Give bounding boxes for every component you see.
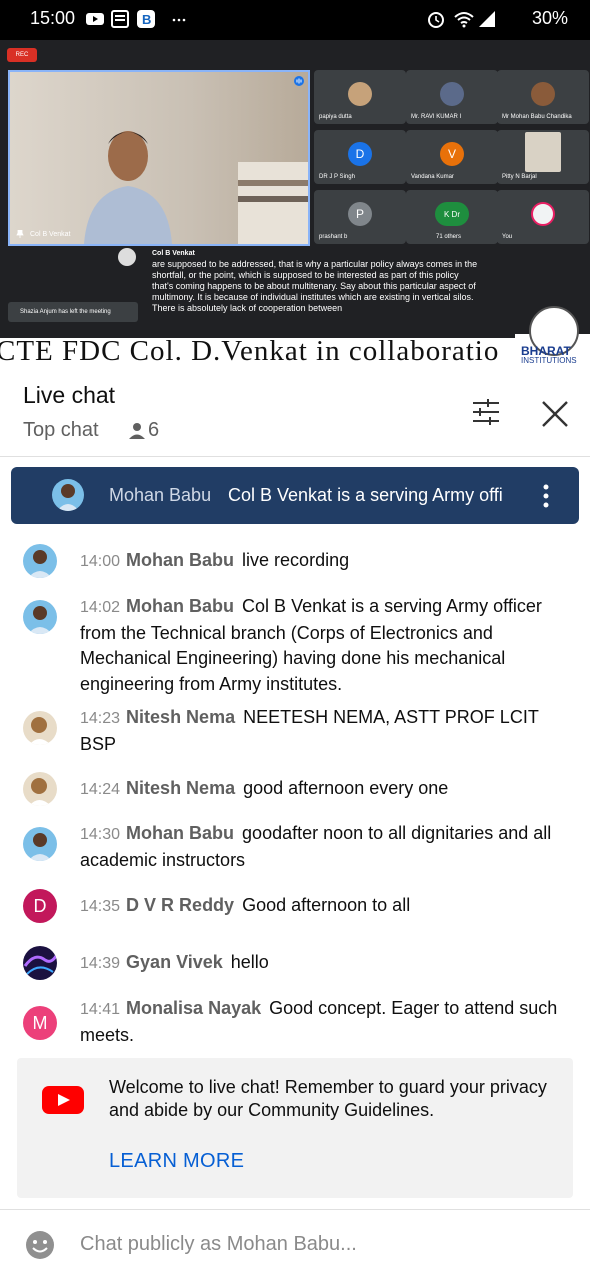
- participant-name: Vandana Kumar: [411, 174, 454, 180]
- avatar: D: [23, 889, 57, 923]
- speaking-indicator-icon: [294, 76, 304, 86]
- avatar: [23, 772, 57, 806]
- main-speaker-tile: Col B Venkat: [8, 70, 310, 246]
- participant-name: prashant b: [319, 234, 348, 240]
- message-author: Monalisa Nayak: [126, 998, 262, 1018]
- caption-speaker: Col B Venkat: [152, 250, 195, 257]
- participant-tile: K Dr 71 others: [406, 190, 498, 244]
- avatar: K Dr: [435, 202, 469, 226]
- participant-tile: Pitty N Barjal: [497, 130, 589, 184]
- participant-tile: You: [497, 190, 589, 244]
- welcome-card: Welcome to live chat! Remember to guard …: [17, 1058, 573, 1198]
- participant-tile: P prashant b: [314, 190, 406, 244]
- filter-icon[interactable]: [470, 398, 502, 426]
- participant-tile: Mr. RAVI KUMAR I: [406, 70, 498, 124]
- avatar: M: [23, 1006, 57, 1040]
- message-time: 14:30: [80, 826, 121, 843]
- avatar: [23, 827, 57, 861]
- svg-text:B: B: [142, 12, 151, 27]
- avatar: [23, 711, 57, 745]
- chat-mode-dropdown[interactable]: Top chat: [23, 419, 99, 442]
- participant-name: DR J P Singh: [319, 174, 355, 180]
- more-options-icon[interactable]: [541, 483, 551, 509]
- pinned-message[interactable]: Mohan Babu Col B Venkat is a serving Arm…: [11, 467, 579, 524]
- message-time: 14:23: [80, 710, 121, 727]
- video-player[interactable]: REC Col B Venkat papiya dutta Mr. RAVI K…: [0, 40, 590, 365]
- learn-more-link[interactable]: LEARN MORE: [109, 1150, 244, 1173]
- chat-title: Live chat: [23, 382, 116, 408]
- live-caption: Col B Venkat are supposed to be addresse…: [152, 248, 482, 314]
- pinned-text: Col B Venkat is a serving Army offi: [228, 485, 503, 505]
- welcome-text: Welcome to live chat! Remember to guard …: [109, 1077, 547, 1120]
- avatar: [525, 132, 561, 172]
- participant-name: Mr Mohan Babu Chandika: [502, 114, 572, 120]
- participant-tile: D DR J P Singh: [314, 130, 406, 184]
- avatar: [348, 82, 372, 106]
- message-author: Nitesh Nema: [126, 707, 236, 727]
- app-b-notification-icon: B: [137, 10, 155, 28]
- participant-name: Mr. RAVI KUMAR I: [411, 114, 462, 120]
- news-notification-icon: [111, 10, 129, 28]
- message-author: Mohan Babu: [126, 823, 235, 843]
- caption-text: are supposed to be addressed, that is wh…: [152, 259, 478, 313]
- battery-level: 30%: [531, 8, 568, 28]
- status-time: 15:00: [30, 8, 76, 28]
- participant-tile: papiya dutta: [314, 70, 406, 124]
- avatar: P: [348, 202, 372, 226]
- message-time: 14:00: [80, 553, 121, 570]
- more-notifications-icon: [172, 18, 186, 22]
- participant-name: 71 others: [436, 234, 462, 240]
- message-author: Mohan Babu: [126, 550, 235, 570]
- chat-input-bar: Chat publicly as Mohan Babu...: [0, 1209, 590, 1281]
- caption-avatar: [118, 248, 136, 266]
- avatar: [531, 82, 555, 106]
- message-author: Gyan Vivek: [126, 952, 223, 972]
- message-time: 14:24: [80, 781, 121, 798]
- avatar: [23, 600, 57, 634]
- participant-name: You: [502, 234, 513, 240]
- viewer-count: 6: [148, 419, 160, 441]
- avatar: [23, 544, 57, 578]
- avatar: [531, 202, 555, 226]
- chat-input[interactable]: Chat publicly as Mohan Babu...: [80, 1233, 357, 1256]
- message-text: live recording: [242, 550, 350, 570]
- message-author: D V R Reddy: [126, 895, 235, 915]
- message-author: Mohan Babu: [126, 596, 235, 616]
- speaker-name: Col B Venkat: [30, 231, 71, 238]
- message-time: 14:41: [80, 1001, 121, 1018]
- close-icon[interactable]: [539, 398, 571, 430]
- message-text: good afternoon every one: [243, 778, 449, 798]
- emoji-icon[interactable]: [25, 1230, 55, 1260]
- viewers-icon: [129, 423, 145, 439]
- event-banner: CTE FDC Col. D.Venkat in collaboratio: [0, 338, 590, 365]
- message-author: Nitesh Nema: [126, 778, 236, 798]
- message-time: 14:35: [80, 898, 121, 915]
- wifi-icon: [454, 12, 474, 28]
- message-text: Good afternoon to all: [242, 895, 411, 915]
- youtube-logo-icon: [42, 1086, 84, 1114]
- message-time: 14:02: [80, 599, 121, 616]
- rec-badge: REC: [7, 48, 37, 62]
- bharat-logo: BHARAT INSTITUTIONS: [515, 306, 590, 365]
- participant-tile: V Vandana Kumar: [406, 130, 498, 184]
- pin-icon: [16, 230, 24, 238]
- avatar: [440, 82, 464, 106]
- signal-icon: [479, 11, 495, 27]
- youtube-notification-icon: [86, 13, 104, 25]
- pinned-author: Mohan Babu: [109, 485, 212, 505]
- participant-name: papiya dutta: [319, 114, 352, 120]
- banner-text: CTE FDC Col. D.Venkat in collaboratio: [0, 338, 500, 365]
- participant-name: Pitty N Barjal: [502, 174, 537, 180]
- meeting-toast: Shazia Anjum has left the meeting: [8, 302, 138, 322]
- status-bar: 15:00 B 30%: [0, 0, 590, 40]
- avatar: [23, 946, 57, 980]
- speaker-figure: [84, 131, 172, 244]
- avatar: [52, 479, 84, 511]
- avatar: V: [440, 142, 464, 166]
- message-text: hello: [230, 952, 269, 972]
- message-time: 14:39: [80, 955, 121, 972]
- avatar: D: [348, 142, 372, 166]
- alarm-icon: [428, 12, 444, 28]
- participant-tile: Mr Mohan Babu Chandika: [497, 70, 589, 124]
